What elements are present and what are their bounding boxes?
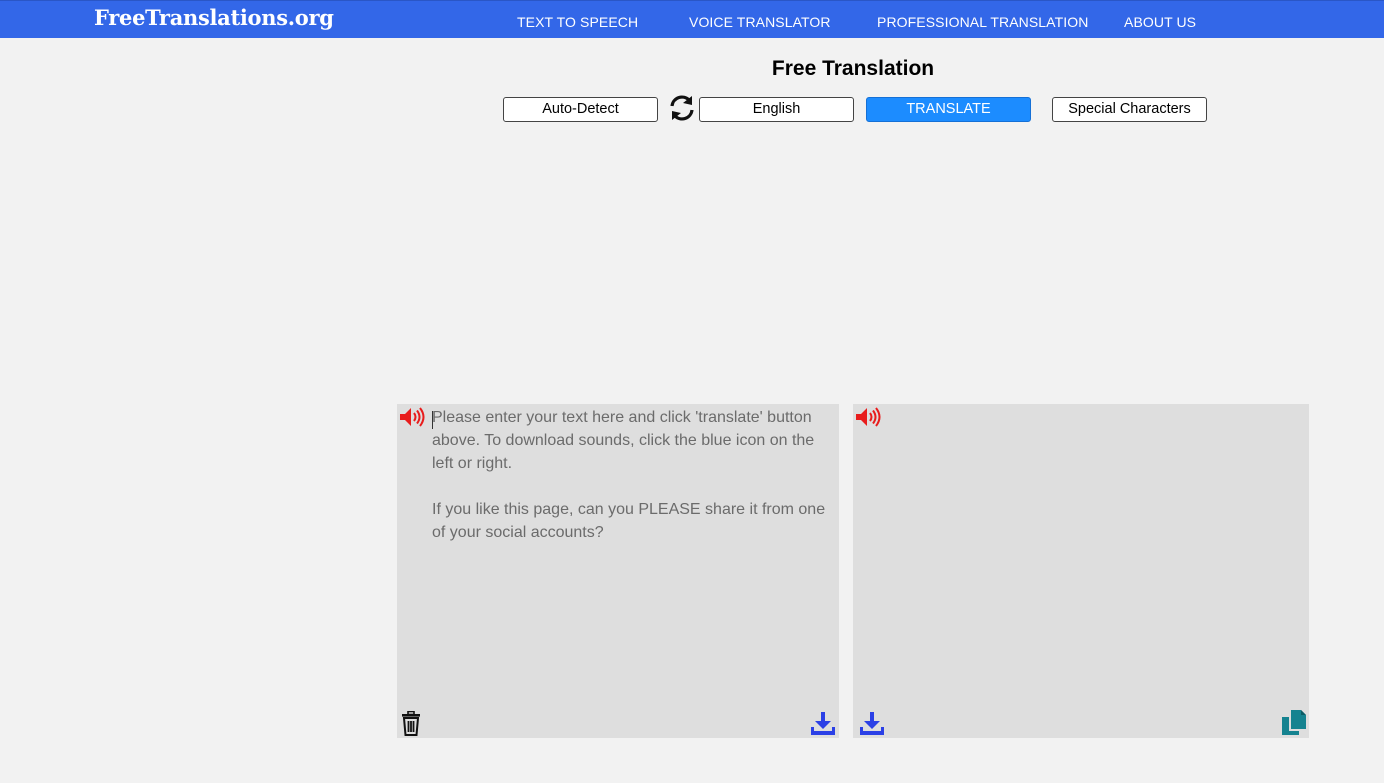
translation-output[interactable] [888,406,1288,696]
special-characters-button[interactable]: Special Characters [1052,97,1207,122]
download-icon[interactable] [859,711,885,736]
page-title: Free Translation [771,57,935,80]
speaker-icon[interactable] [399,407,427,427]
nav-voice-translator[interactable]: VOICE TRANSLATOR [689,14,831,30]
top-nav-bar: FreeTranslations.org TEXT TO SPEECH VOIC… [0,0,1384,38]
site-logo[interactable]: FreeTranslations.org [94,5,334,30]
source-language-select[interactable]: Auto-Detect [503,97,658,122]
swap-languages-icon[interactable] [668,94,696,122]
trash-icon[interactable] [401,711,421,736]
download-icon[interactable] [810,711,836,736]
nav-professional-translation[interactable]: PROFESSIONAL TRANSLATION [877,14,1088,30]
nav-about-us[interactable]: ABOUT US [1124,14,1196,30]
speaker-icon[interactable] [855,407,883,427]
copy-icon[interactable] [1281,709,1307,736]
translate-button[interactable]: TRANSLATE [866,97,1031,122]
source-text-panel [397,404,839,738]
target-language-select[interactable]: English [699,97,854,122]
translation-output-panel [853,404,1309,738]
source-text-input[interactable] [432,404,832,696]
nav-text-to-speech[interactable]: TEXT TO SPEECH [517,14,638,30]
